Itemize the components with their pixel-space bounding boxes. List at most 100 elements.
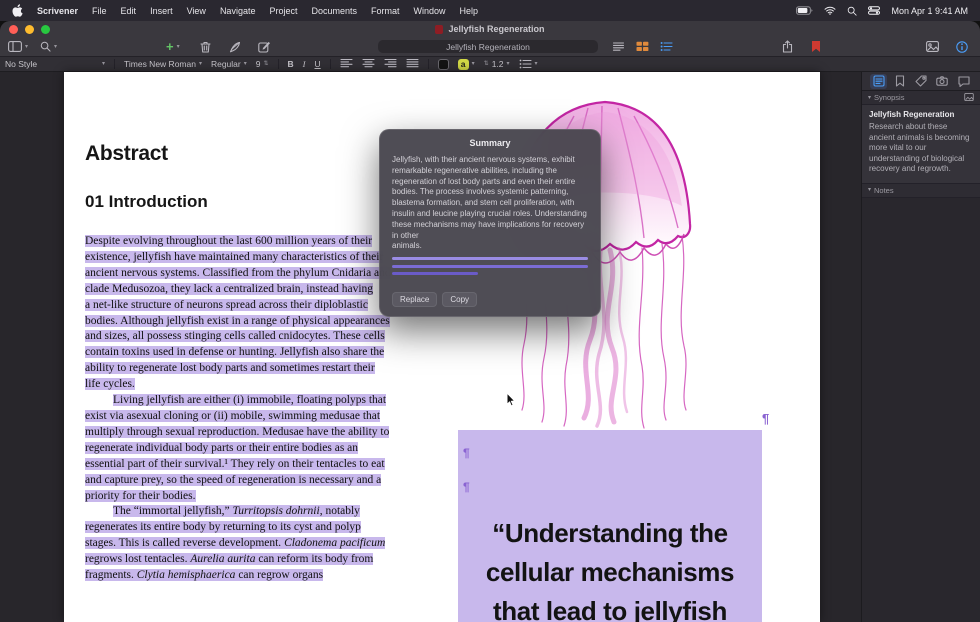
add-item-button[interactable]: + ▾ [166,37,180,56]
menu-item-format[interactable]: Format [371,6,400,16]
chevron-down-icon: ▾ [868,95,871,101]
view-mode-corkboard-button[interactable] [636,37,649,56]
view-mode-document-button[interactable] [612,37,625,56]
synopsis-section-header[interactable]: ▾ Synopsis [862,91,980,105]
pilcrow-mark: ¶ [762,412,769,425]
paragraph-3[interactable]: The “immortal jellyfish,” Turritopsis do… [85,504,393,584]
summary-popup-title: Summary [380,138,600,148]
align-left-button[interactable] [340,58,353,70]
synopsis-card-title: Jellyfish Regeneration [862,105,980,122]
replace-button[interactable]: Replace [392,292,437,307]
highlighted-text: The “immortal jellyfish,” Turritopsis do… [85,505,385,581]
inspector-toggle-button[interactable] [956,37,968,56]
apple-menu-icon[interactable] [12,4,23,17]
window-title: Jellyfish Regeneration [448,24,544,34]
paragraph-1[interactable]: Despite evolving throughout the last 600… [85,234,393,393]
notes-area[interactable] [862,198,980,598]
copy-button[interactable]: Copy [442,292,477,307]
menu-item-navigate[interactable]: Navigate [220,6,256,16]
tab-snapshots[interactable] [934,74,951,89]
menu-item-help[interactable]: Help [460,6,479,16]
chevron-down-icon: ▾ [177,44,180,50]
font-size-stepper[interactable]: 9 ⇅ [256,59,269,69]
bold-button[interactable]: B [288,59,294,69]
underline-button[interactable]: U [315,59,321,69]
search-button[interactable]: ▾ [40,37,57,56]
pull-quote-text: “Understanding the cellular mechanisms t… [458,514,762,622]
wifi-icon[interactable] [824,6,836,15]
synopsis-image-icon[interactable] [964,93,974,103]
font-variant-dropdown[interactable]: Regular ▾ [211,59,247,69]
synopsis-label: Synopsis [874,93,904,102]
chevron-down-icon: ▾ [507,61,510,67]
toggle-binder-button[interactable]: ▾ [8,37,28,56]
progress-bar [392,257,588,260]
highlight-color-chip: a [458,59,469,70]
font-family-dropdown[interactable]: Times New Roman ▾ [124,59,202,69]
notes-label: Notes [874,186,894,195]
menu-item-window[interactable]: Window [414,6,446,16]
share-button[interactable] [782,37,793,56]
align-justify-button[interactable] [406,58,419,70]
spotlight-icon[interactable] [847,6,857,16]
heading-introduction: 01 Introduction [85,192,393,212]
highlight-color-button[interactable]: a ▾ [458,59,475,70]
progress-bar [392,272,478,275]
control-center-icon[interactable] [868,6,880,15]
list-format-dropdown[interactable]: ▾ [519,59,538,69]
menu-clock[interactable]: Mon Apr 1 9:41 AM [891,6,968,16]
menu-item-file[interactable]: File [92,6,107,16]
align-right-button[interactable] [384,58,397,70]
inspector-panel: ▾ Synopsis Jellyfish Regeneration Resear… [862,72,980,622]
align-center-button[interactable] [362,58,375,70]
italic-button[interactable]: I [303,59,306,69]
battery-icon[interactable] [796,6,813,15]
bookmark-flag-button[interactable] [812,37,820,56]
desktop: Scrivener File Edit Insert View Navigate… [0,0,980,622]
zoom-button[interactable] [41,25,50,34]
empty-line: ¶ [458,480,762,514]
media-view-button[interactable] [926,37,939,56]
highlighted-text: Despite evolving throughout the last 600… [85,235,391,390]
summary-popup-body: Jellyfish, with their ancient nervous sy… [392,155,588,252]
chevron-down-icon: ▾ [244,61,247,67]
synopsis-card[interactable]: Jellyfish Regeneration Research about th… [862,105,980,184]
summary-popup: Summary Jellyfish, with their ancient ne… [379,129,601,317]
style-dropdown[interactable]: No Style ▾ [5,59,105,69]
view-mode-outline-button[interactable] [660,37,673,56]
chevron-down-icon: ▾ [54,44,57,50]
menu-item-insert[interactable]: Insert [150,6,173,16]
compose-button[interactable] [258,37,271,56]
pull-quote-block[interactable]: ¶ ¶ “Understanding the cellular mechanis… [458,430,762,622]
scrivener-window: Jellyfish Regeneration ▾ ▾ + ▾ [0,21,980,622]
text-color-well[interactable] [438,59,449,70]
tab-comments[interactable] [955,74,972,89]
menu-bar: Scrivener File Edit Insert View Navigate… [0,0,980,21]
chevron-down-icon: ▾ [102,61,105,67]
menu-item-project[interactable]: Project [269,6,297,16]
tab-notes-synopsis[interactable] [870,74,887,89]
trash-button[interactable] [200,37,211,56]
synopsis-card-text[interactable]: Research about these ancient animals is … [862,122,980,183]
window-titlebar[interactable]: Jellyfish Regeneration [0,21,980,37]
close-button[interactable] [9,25,18,34]
pilcrow-mark: ¶ [463,446,470,460]
chevron-down-icon: ▾ [199,61,202,67]
notes-section-header[interactable]: ▾ Notes [862,184,980,198]
tab-metadata[interactable] [913,74,930,89]
tab-bookmarks[interactable] [891,74,908,89]
project-doc-icon [435,25,443,34]
paragraph-2[interactable]: Living jellyfish are either (i) immobile… [85,393,393,504]
menu-item-view[interactable]: View [187,6,206,16]
empty-line: ¶ [458,446,762,480]
bookmark-flag-icon [812,41,820,52]
menu-item-scrivener[interactable]: Scrivener [37,6,78,16]
minimize-button[interactable] [25,25,34,34]
quick-reference-pen-button[interactable] [229,37,241,56]
inspector-tab-bar [862,72,980,91]
menu-item-documents[interactable]: Documents [311,6,357,16]
toolbar-search-field[interactable]: Jellyfish Regeneration [378,40,598,53]
highlighted-text: Living jellyfish are either (i) immobile… [85,394,389,501]
line-spacing-dropdown[interactable]: ⇅ 1.2 ▾ [484,59,510,69]
menu-item-edit[interactable]: Edit [121,6,137,16]
